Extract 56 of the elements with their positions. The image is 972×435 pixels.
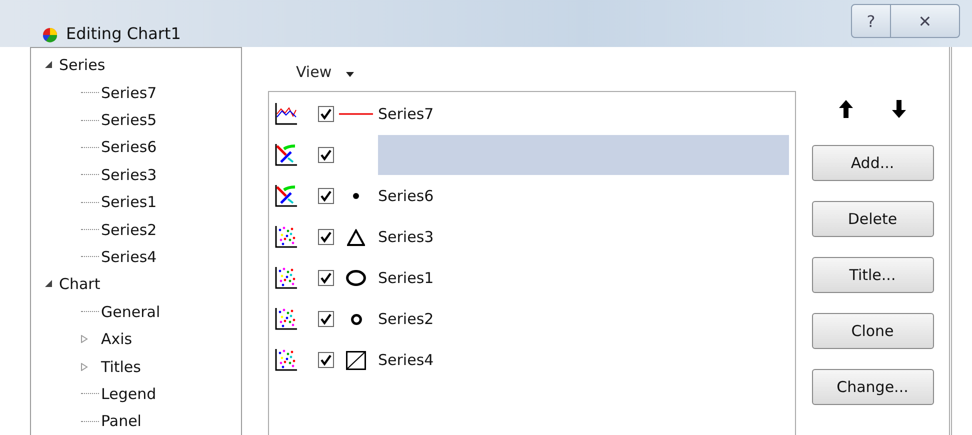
tree-item[interactable]: Panel	[101, 412, 142, 430]
series-marker-icon	[353, 193, 359, 200]
chart-type-icon	[274, 184, 298, 208]
expander-icon[interactable]	[45, 280, 52, 288]
tree-item[interactable]: General	[101, 302, 160, 321]
visible-checkbox[interactable]	[318, 188, 334, 204]
series-name[interactable]: Series4	[378, 351, 434, 370]
chart-type-icon	[274, 102, 298, 126]
tree-item[interactable]: Series4	[101, 248, 157, 266]
tree-item[interactable]: Series5	[101, 111, 157, 129]
help-button[interactable]: ?	[851, 4, 891, 38]
visible-checkbox[interactable]	[318, 311, 334, 328]
window-title: Editing Chart1	[66, 24, 181, 43]
visible-checkbox[interactable]	[318, 270, 334, 286]
tree-item[interactable]: Titles	[101, 358, 141, 376]
series-marker-icon	[346, 350, 366, 370]
chart-type-icon	[274, 307, 298, 332]
expander-icon[interactable]	[45, 61, 52, 70]
visible-checkbox[interactable]	[318, 147, 334, 164]
visible-checkbox[interactable]	[318, 229, 334, 246]
close-button[interactable]: ✕	[890, 4, 960, 38]
series-marker-icon	[347, 228, 365, 246]
chart-logo-icon	[42, 27, 58, 43]
series-marker-icon	[339, 113, 373, 116]
action-button[interactable]: Clone	[812, 312, 934, 349]
tree-item[interactable]: Axis	[101, 330, 132, 348]
series-marker-icon	[350, 314, 362, 325]
series-name[interactable]: Series2	[378, 310, 434, 328]
action-button[interactable]: Add...	[812, 144, 934, 181]
series-name[interactable]: Series1	[378, 269, 434, 288]
visible-checkbox[interactable]	[318, 352, 334, 368]
caret-icon[interactable]	[346, 72, 354, 77]
action-button[interactable]: Delete	[812, 200, 934, 237]
action-button[interactable]: Change...	[812, 368, 934, 405]
tree-item[interactable]: Chart	[59, 275, 100, 294]
tree-item[interactable]: Series3	[101, 166, 157, 184]
chart-type-icon	[274, 143, 298, 168]
series-name[interactable]: Series6	[378, 187, 434, 206]
series-name-field[interactable]	[378, 135, 789, 176]
view-menu[interactable]: View	[292, 58, 358, 85]
move-up-icon[interactable]	[838, 98, 854, 119]
move-down-icon[interactable]	[891, 98, 907, 119]
series-marker-icon	[346, 270, 366, 286]
visible-checkbox[interactable]	[318, 106, 334, 122]
tree-item[interactable]: Legend	[101, 384, 156, 403]
chart-type-icon	[274, 225, 298, 250]
chart-type-icon	[274, 348, 298, 372]
series-name[interactable]: Series3	[378, 228, 434, 246]
action-button[interactable]: Title...	[812, 256, 934, 293]
tree-item[interactable]: Series1	[101, 193, 157, 212]
chart-type-icon	[274, 266, 298, 290]
tree-item[interactable]: Series2	[101, 220, 157, 239]
tree-item[interactable]: Series6	[101, 138, 157, 156]
series-name[interactable]: Series7	[378, 105, 434, 124]
tree-item[interactable]: Series7	[101, 84, 157, 102]
tree-item[interactable]: Series	[59, 56, 106, 74]
